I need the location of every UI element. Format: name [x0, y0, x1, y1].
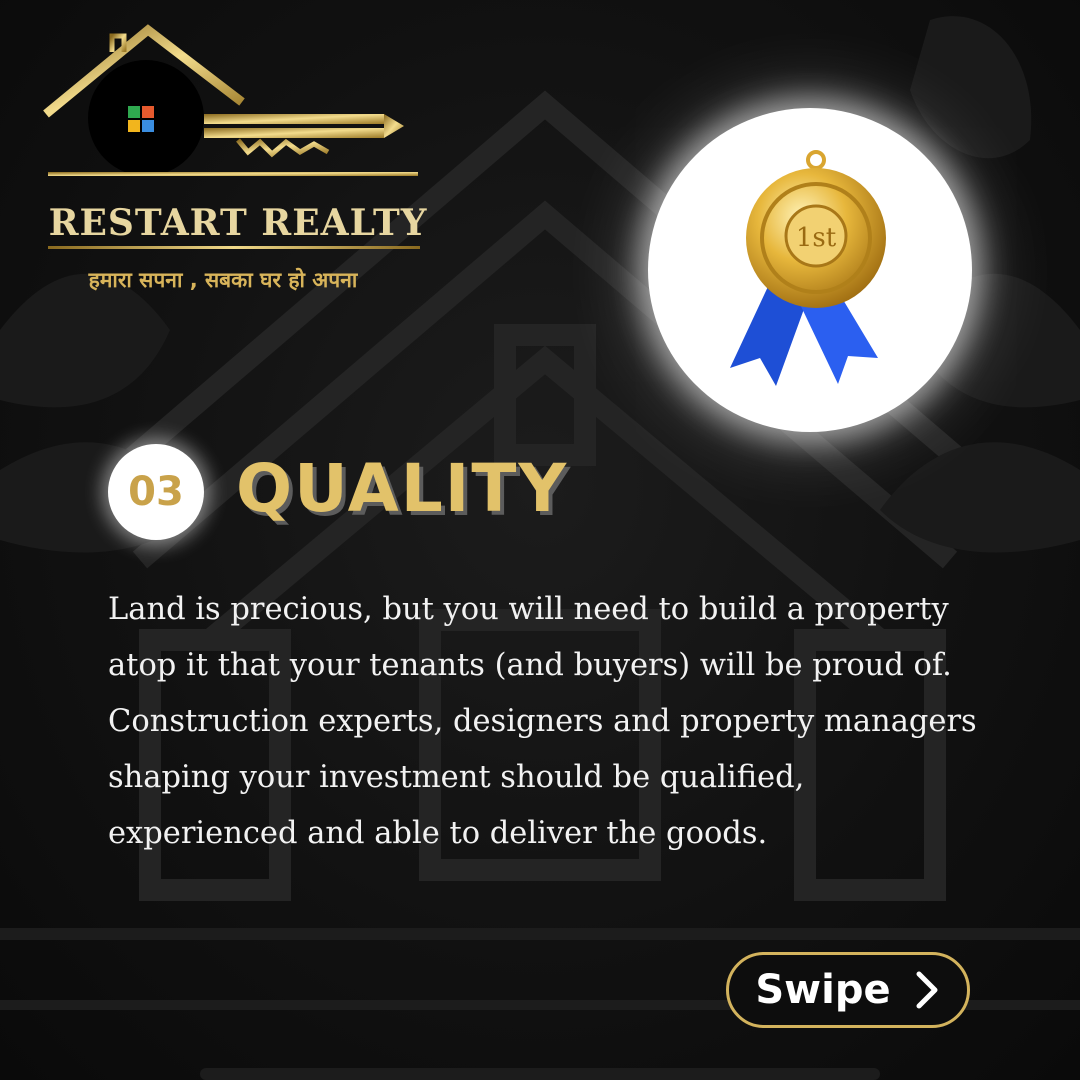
slide-canvas: RESTART REALTY हमारा सपना , सबका घर हो अ… [0, 0, 1080, 1080]
logo-divider [48, 246, 420, 249]
first-place-medal-icon: 1st [730, 150, 886, 386]
section-body-text: Land is precious, but you will need to b… [108, 592, 977, 851]
section-title: QUALITY [236, 450, 569, 527]
restart-realty-logo: RESTART REALTY हमारा सपना , सबका घर हो अ… [28, 22, 426, 292]
chevron-right-icon [916, 971, 938, 1009]
brand-tagline: हमारा सपना , सबका घर हो अपना [88, 268, 358, 292]
medal-label: 1st [796, 223, 837, 253]
swipe-button[interactable]: Swipe [726, 952, 970, 1028]
swipe-label: Swipe [755, 967, 891, 1013]
house-key-logo-icon [43, 24, 418, 176]
medal-circle: 1st [648, 108, 972, 432]
step-number-badge: 03 [108, 444, 204, 540]
brand-name: RESTART REALTY [48, 202, 428, 244]
